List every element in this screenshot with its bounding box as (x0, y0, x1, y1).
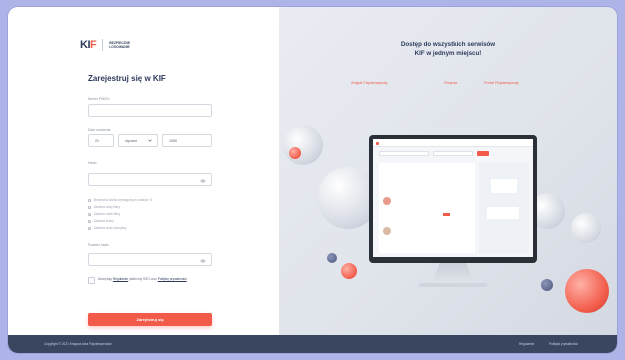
screen-badge (443, 213, 450, 216)
repeat-password-label: Powtórz hasło (88, 243, 109, 247)
screen-logo (376, 141, 379, 145)
birth-month-select[interactable]: styczeń (118, 134, 158, 147)
requirement-item: Zawiera liczby (88, 218, 152, 225)
hero-heading: Dostęp do wszystkich serwisów KIF w jedn… (400, 41, 496, 57)
requirement-status-icon (88, 199, 91, 202)
copyright-text: Copyright © 2021 Krajowa Izba Fizjoterap… (44, 341, 112, 346)
footer-privacy-link[interactable]: Polityka prywatności (549, 342, 578, 346)
decorative-sphere (541, 279, 553, 291)
link-finance[interactable]: Finanse (444, 81, 458, 85)
repeat-password-input[interactable] (88, 253, 212, 266)
kif-logo: KIF BEZPIECZNE LOGOWANIE (80, 39, 130, 51)
requirement-status-icon (88, 213, 91, 216)
monitor-illustration (369, 135, 537, 263)
terms-text: Akceptuję Regulamin platformy SSO oraz P… (98, 277, 187, 281)
requirement-status-icon (88, 220, 91, 223)
pwz-label: Numer PWZFz (88, 97, 110, 101)
decorative-sphere (283, 125, 323, 165)
footer: Copyright © 2021 Krajowa Izba Fizjoterap… (8, 335, 617, 353)
chevron-down-icon (148, 139, 152, 142)
screen-map-card (491, 179, 517, 193)
screen-avatar (383, 227, 391, 235)
logo-tagline: BEZPIECZNE LOGOWANIE (109, 40, 131, 49)
decorative-sphere (327, 253, 337, 263)
monitor-base (419, 283, 487, 287)
page-title: Zarejestruj się w KIF (88, 74, 166, 83)
monitor-stand (431, 263, 475, 285)
requirement-item: Zawiera duży litery (88, 204, 152, 211)
requirement-item: Zawiera znak specjalny (88, 225, 152, 232)
logo-mark: KIF (80, 39, 97, 51)
requirement-item: Minimalna liczba wymaganych znaków: 8 (88, 197, 152, 204)
screen-search-button (477, 151, 489, 156)
birth-day-input[interactable]: 21 (88, 134, 114, 147)
logo-divider (102, 39, 104, 51)
privacy-policy-link[interactable]: Politykę prywatności (158, 277, 187, 281)
birth-year-input[interactable]: 1900 (162, 134, 212, 147)
requirement-status-icon (88, 206, 91, 209)
eye-icon[interactable] (200, 178, 206, 184)
footer-regulamin-link[interactable]: Regulamin (519, 342, 534, 346)
terms-checkbox[interactable] (88, 277, 95, 284)
promo-panel: Dostęp do wszystkich serwisów KIF w jedn… (279, 7, 617, 335)
screen-avatar (383, 197, 391, 205)
registration-panel: KIF BEZPIECZNE LOGOWANIE Zarejestruj się… (8, 7, 279, 335)
screen-filter (433, 151, 473, 156)
link-find-physio[interactable]: Znajdź Fizjoterapeutę (351, 81, 388, 85)
register-button[interactable]: Zarejestruj się (88, 313, 212, 326)
screen-map-card (487, 207, 519, 219)
birth-date-label: Data urodzenia (88, 128, 111, 132)
password-input[interactable] (88, 173, 212, 186)
pwz-input[interactable] (88, 104, 212, 117)
screen-search (379, 151, 429, 156)
main-window: KIF BEZPIECZNE LOGOWANIE Zarejestruj się… (8, 7, 617, 353)
password-label: Hasło (88, 161, 97, 165)
link-physio-portal[interactable]: Portal Fizjoterapeuty (484, 81, 519, 85)
monitor-screen (373, 139, 533, 257)
screen-header (373, 139, 533, 147)
requirement-status-icon (88, 227, 91, 230)
decorative-sphere (565, 269, 609, 313)
regulamin-link[interactable]: Regulamin (113, 277, 128, 281)
screen-results-card (379, 163, 475, 253)
decorative-sphere (289, 147, 301, 159)
requirement-item: Zawiera małe litery (88, 211, 152, 218)
password-requirements: Minimalna liczba wymaganych znaków: 8 Za… (88, 197, 152, 232)
eye-icon[interactable] (200, 258, 206, 264)
decorative-sphere (571, 213, 601, 243)
decorative-sphere (341, 263, 357, 279)
